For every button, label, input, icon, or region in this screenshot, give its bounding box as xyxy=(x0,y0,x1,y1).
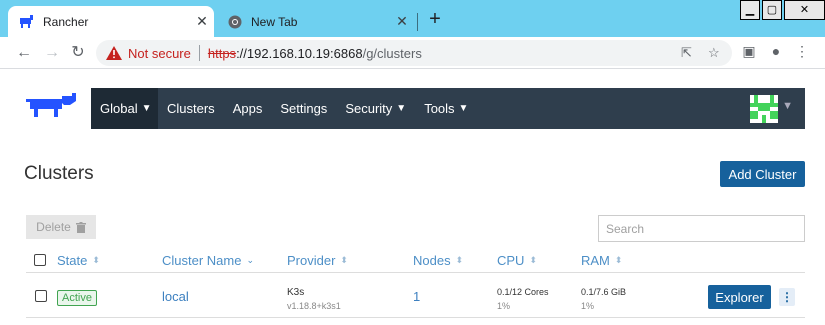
nav-label: Apps xyxy=(232,101,263,116)
row-actions-menu-icon[interactable]: ⋮ xyxy=(779,288,795,306)
nav-label: Tools xyxy=(424,101,455,116)
search-input[interactable] xyxy=(598,215,805,242)
maximize-icon[interactable]: ▢ xyxy=(762,0,782,20)
row-checkbox[interactable] xyxy=(35,290,47,302)
url-path: /g/clusters xyxy=(362,45,422,61)
nav-global[interactable]: Global ▼ xyxy=(91,88,158,129)
column-header-cluster-name[interactable]: Cluster Name ⌄ xyxy=(162,253,254,268)
nav-label: Global xyxy=(100,101,138,116)
tab-close-icon[interactable]: ✕ xyxy=(390,13,414,30)
nav-security[interactable]: Security ▼ xyxy=(336,88,415,129)
tab-close-icon[interactable]: ✕ xyxy=(190,13,214,30)
url-scheme: https xyxy=(207,45,237,61)
nav-label: Settings xyxy=(280,101,328,116)
cpu-usage: 0.1/12 Cores xyxy=(497,287,549,297)
rancher-favicon-icon xyxy=(20,14,33,28)
bookmark-star-icon[interactable]: ☆ xyxy=(708,45,720,61)
user-avatar[interactable] xyxy=(750,95,778,123)
column-header-nodes[interactable]: Nodes ⬍ xyxy=(413,253,463,268)
chevron-down-icon: ▼ xyxy=(141,103,152,114)
warning-triangle-icon xyxy=(106,46,122,60)
close-window-icon[interactable]: ✕ xyxy=(784,0,825,20)
minimize-icon[interactable]: ▁ xyxy=(740,0,760,20)
main-nav: Global ▼ Clusters Apps Settings Security… xyxy=(91,88,805,129)
tab-rancher[interactable]: Rancher ✕ xyxy=(8,6,214,37)
browser-menu-icon[interactable]: ⋮ xyxy=(792,43,812,60)
chevron-down-icon[interactable]: ▼ xyxy=(782,100,793,112)
delete-button[interactable]: Delete xyxy=(26,215,96,239)
url-host: ://192.168.10.19:6868 xyxy=(236,45,363,61)
sort-desc-icon: ⌄ xyxy=(246,255,255,265)
add-cluster-button[interactable]: Add Cluster xyxy=(720,161,805,187)
tab-new-tab[interactable]: New Tab ✕ xyxy=(218,6,414,37)
explorer-button[interactable]: Explorer xyxy=(708,285,771,309)
profile-icon[interactable]: ● xyxy=(766,43,786,59)
status-badge: Active xyxy=(57,290,97,306)
column-header-ram[interactable]: RAM ⬍ xyxy=(581,253,622,268)
cluster-name-link[interactable]: local xyxy=(162,289,189,304)
column-header-state[interactable]: State ⬍ xyxy=(57,253,100,268)
address-bar[interactable]: Not secure https://192.168.10.19:6868/g/… xyxy=(96,40,732,66)
chevron-down-icon: ▼ xyxy=(396,103,407,114)
nav-label: Security xyxy=(345,101,393,116)
sort-icon: ⬍ xyxy=(614,255,623,265)
column-label: State xyxy=(57,253,88,268)
reload-icon[interactable]: ↻ xyxy=(66,41,90,65)
column-header-cpu[interactable]: CPU ⬍ xyxy=(497,253,537,268)
rancher-logo-icon[interactable] xyxy=(26,93,80,119)
ram-usage: 0.1/7.6 GiB xyxy=(581,287,627,297)
trash-icon xyxy=(75,221,86,233)
column-label: CPU xyxy=(497,253,525,268)
tab-title: New Tab xyxy=(251,14,298,29)
nav-apps[interactable]: Apps xyxy=(224,88,272,129)
page-title: Clusters xyxy=(24,163,94,184)
sort-icon: ⬍ xyxy=(529,255,537,265)
sort-icon: ⬍ xyxy=(455,255,464,265)
sort-icon: ⬍ xyxy=(340,255,348,265)
forward-arrow-icon[interactable]: → xyxy=(40,41,64,65)
table-header: State ⬍ Cluster Name ⌄ Provider ⬍ Nodes … xyxy=(26,249,805,273)
ram-percent: 1% xyxy=(581,301,595,311)
provider-name: K3s xyxy=(287,287,305,298)
nodes-link[interactable]: 1 xyxy=(413,289,420,304)
column-label: Cluster Name xyxy=(162,253,242,268)
browser-toolbar: ← → ↻ Not secure https://192.168.10.19:6… xyxy=(0,37,825,69)
column-label: Nodes xyxy=(413,253,451,268)
back-arrow-icon[interactable]: ← xyxy=(12,41,36,65)
sort-icon: ⬍ xyxy=(92,255,100,265)
chevron-down-icon: ▼ xyxy=(458,103,469,114)
side-panel-icon[interactable]: ▣ xyxy=(739,43,759,60)
column-label: RAM xyxy=(581,253,610,268)
tab-separator xyxy=(417,13,418,31)
share-icon[interactable]: ⇱ xyxy=(681,45,692,61)
column-label: Provider xyxy=(287,253,336,268)
nav-settings[interactable]: Settings xyxy=(271,88,336,129)
table-row: Active local K3s v1.18.8+k3s1 1 0.1/12 C… xyxy=(26,274,805,318)
browser-tab-strip: Rancher ✕ New Tab ✕ + ▁ ▢ ✕ xyxy=(0,0,825,37)
tab-title: Rancher xyxy=(43,14,89,29)
provider-version: v1.18.8+k3s1 xyxy=(287,301,341,311)
new-tab-plus-icon[interactable]: + xyxy=(424,8,446,30)
not-secure-label[interactable]: Not secure xyxy=(128,46,191,61)
select-all-checkbox[interactable] xyxy=(34,254,46,266)
chrome-icon xyxy=(228,15,242,28)
nav-tools[interactable]: Tools ▼ xyxy=(415,88,477,129)
nav-clusters[interactable]: Clusters xyxy=(158,88,224,129)
column-header-provider[interactable]: Provider ⬍ xyxy=(287,253,348,268)
delete-label: Delete xyxy=(36,220,71,234)
app-header: Global ▼ Clusters Apps Settings Security… xyxy=(0,69,825,149)
cpu-percent: 1% xyxy=(497,301,511,311)
url-divider xyxy=(198,45,200,61)
nav-label: Clusters xyxy=(167,101,215,116)
